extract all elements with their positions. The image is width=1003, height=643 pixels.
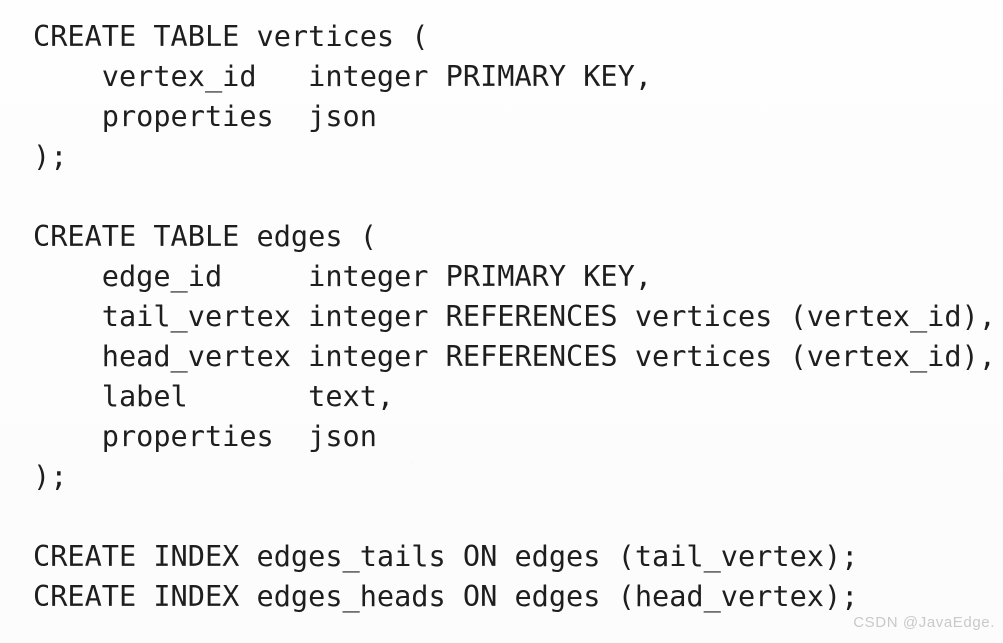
code-line: ); xyxy=(33,459,68,493)
code-line: properties json xyxy=(33,419,377,453)
code-line: CREATE INDEX edges_heads ON edges (head_… xyxy=(33,579,859,613)
sql-code-block: CREATE TABLE vertices ( vertex_id intege… xyxy=(33,16,996,616)
sql-code: CREATE TABLE vertices ( vertex_id intege… xyxy=(33,16,996,616)
code-line: label text, xyxy=(33,379,395,413)
code-line: head_vertex integer REFERENCES vertices … xyxy=(33,339,996,373)
code-listing-page: CREATE TABLE vertices ( vertex_id intege… xyxy=(0,0,1003,643)
code-line: ); xyxy=(33,139,68,173)
code-line: properties json xyxy=(33,99,377,133)
code-line: CREATE TABLE edges ( xyxy=(33,219,377,253)
code-line: CREATE TABLE vertices ( xyxy=(33,19,429,53)
code-line: edge_id integer PRIMARY KEY, xyxy=(33,259,653,293)
code-line: CREATE INDEX edges_tails ON edges (tail_… xyxy=(33,539,859,573)
watermark-label: CSDN @JavaEdge. xyxy=(853,614,995,631)
code-line: vertex_id integer PRIMARY KEY, xyxy=(33,59,653,93)
code-line: tail_vertex integer REFERENCES vertices … xyxy=(33,299,996,333)
